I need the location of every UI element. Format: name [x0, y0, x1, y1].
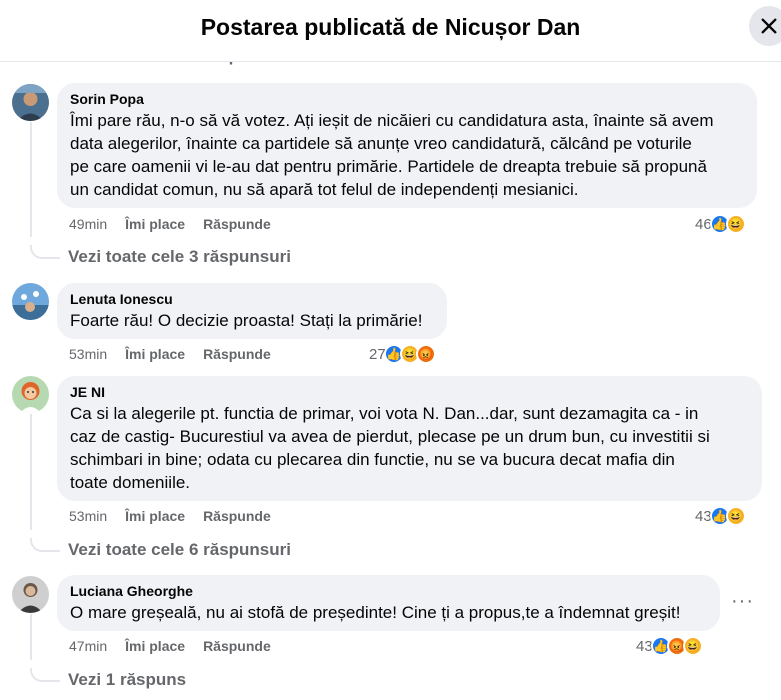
reactions-summary[interactable]: 43 👍 😡 😆 [636, 636, 703, 656]
reply-button[interactable]: Răspunde [203, 216, 271, 232]
reply-button[interactable]: Răspunde [203, 346, 271, 362]
comment-author[interactable]: Sorin Popa [70, 90, 745, 108]
comment-author[interactable]: JE NI [70, 383, 750, 401]
haha-reaction-icon: 😆 [725, 506, 746, 526]
thread-connector [30, 668, 60, 682]
more-options-icon[interactable]: ··· [731, 590, 754, 613]
avatar[interactable] [12, 84, 49, 121]
close-icon [761, 18, 777, 34]
comment-bubble: Luciana Gheorghe O mare greșeală, nu ai … [57, 575, 720, 631]
view-replies-link[interactable]: Vezi toate cele 6 răspunsuri [68, 540, 291, 560]
thread-line [30, 614, 32, 660]
close-button[interactable] [749, 6, 781, 46]
angry-reaction-icon: 😡 [415, 344, 436, 364]
comment-actions: 53min Îmi place Răspunde [69, 508, 271, 524]
like-button[interactable]: Îmi place [125, 638, 185, 654]
reactions-summary[interactable]: 46 👍 😆 [695, 214, 746, 234]
reactions-summary[interactable]: 43 👍 😆 [695, 506, 746, 526]
reply-button[interactable]: Răspunde [203, 638, 271, 654]
comment-author[interactable]: Luciana Gheorghe [70, 582, 708, 600]
like-button[interactable]: Îmi place [125, 346, 185, 362]
comment-text: O mare greșeală, nu ai stofă de președin… [70, 603, 681, 622]
reactions-summary[interactable]: 27 👍 😆 😡 [369, 344, 436, 364]
haha-reaction-icon: 😆 [682, 636, 703, 656]
reply-button[interactable]: Răspunde [203, 508, 271, 524]
comment-time[interactable]: 47min [69, 638, 107, 654]
comment-text: Îmi pare rău, n-o să vă votez. Ați ieșit… [70, 111, 714, 199]
comment-actions: 49min Îmi place Răspunde [69, 216, 271, 232]
view-replies-link[interactable]: Vezi toate cele 3 răspunsuri [68, 247, 291, 267]
comment-bubble: Sorin Popa Îmi pare rău, n-o să vă votez… [57, 83, 757, 208]
like-button[interactable]: Îmi place [125, 216, 185, 232]
comment-bubble: JE NI Ca si la alegerile pt. functia de … [57, 376, 762, 501]
like-button[interactable]: Îmi place [125, 508, 185, 524]
comment-bubble: Lenuta Ionescu Foarte rău! O decizie pro… [57, 283, 447, 339]
thread-line [30, 122, 32, 237]
comment-time[interactable]: 49min [69, 216, 107, 232]
thread-connector [30, 538, 60, 552]
comment-text: Ca si la alegerile pt. functia de primar… [70, 404, 710, 492]
haha-reaction-icon: 😆 [725, 214, 746, 234]
avatar[interactable] [12, 576, 49, 613]
thread-line [30, 414, 32, 530]
dialog-header: Postarea publicată de Nicușor Dan [0, 0, 781, 62]
dialog-title: Postarea publicată de Nicușor Dan [200, 14, 581, 40]
view-replies-link[interactable]: Vezi 1 răspuns [68, 670, 186, 690]
comment-time[interactable]: 53min [69, 508, 107, 524]
thread-connector [30, 245, 60, 259]
comment-author[interactable]: Lenuta Ionescu [70, 290, 435, 308]
comment-actions: 53min Îmi place Răspunde [69, 346, 271, 362]
comment-time[interactable]: 53min [69, 346, 107, 362]
comment-actions: 47min Îmi place Răspunde [69, 638, 271, 654]
avatar[interactable] [12, 376, 49, 413]
comment-text: Foarte rău! O decizie proasta! Stați la … [70, 311, 423, 330]
avatar[interactable] [12, 283, 49, 320]
